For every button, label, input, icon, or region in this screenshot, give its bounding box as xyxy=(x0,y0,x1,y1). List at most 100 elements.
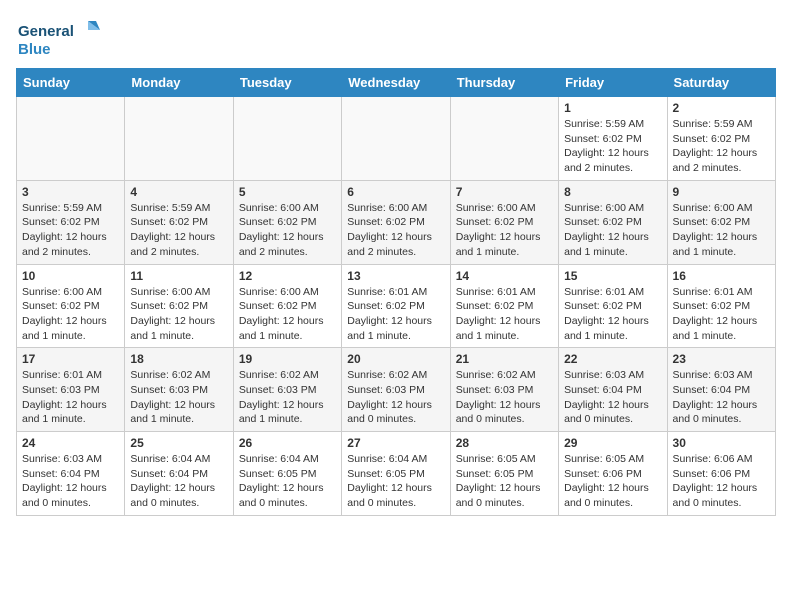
weekday-header-row: SundayMondayTuesdayWednesdayThursdayFrid… xyxy=(17,69,776,97)
week-row-4: 17 Sunrise: 6:01 AM Sunset: 6:03 PM Dayli… xyxy=(17,348,776,432)
day-number: 28 xyxy=(456,436,553,450)
day-number: 2 xyxy=(673,101,770,115)
weekday-header-wednesday: Wednesday xyxy=(342,69,450,97)
calendar-cell: 13 Sunrise: 6:01 AM Sunset: 6:02 PM Dayli… xyxy=(342,264,450,348)
day-info: Sunrise: 6:00 AM Sunset: 6:02 PM Dayligh… xyxy=(22,285,119,344)
calendar-cell xyxy=(233,97,341,181)
calendar-cell: 15 Sunrise: 6:01 AM Sunset: 6:02 PM Dayli… xyxy=(559,264,667,348)
weekday-header-saturday: Saturday xyxy=(667,69,775,97)
day-number: 21 xyxy=(456,352,553,366)
calendar-cell: 30 Sunrise: 6:06 AM Sunset: 6:06 PM Dayli… xyxy=(667,432,775,516)
day-info: Sunrise: 5:59 AM Sunset: 6:02 PM Dayligh… xyxy=(130,201,227,260)
logo: General Blue xyxy=(16,16,106,60)
day-info: Sunrise: 6:03 AM Sunset: 6:04 PM Dayligh… xyxy=(673,368,770,427)
day-info: Sunrise: 6:00 AM Sunset: 6:02 PM Dayligh… xyxy=(673,201,770,260)
day-info: Sunrise: 6:03 AM Sunset: 6:04 PM Dayligh… xyxy=(564,368,661,427)
day-info: Sunrise: 6:00 AM Sunset: 6:02 PM Dayligh… xyxy=(239,201,336,260)
day-number: 11 xyxy=(130,269,227,283)
week-row-5: 24 Sunrise: 6:03 AM Sunset: 6:04 PM Dayli… xyxy=(17,432,776,516)
day-number: 22 xyxy=(564,352,661,366)
calendar-cell: 4 Sunrise: 5:59 AM Sunset: 6:02 PM Daylig… xyxy=(125,180,233,264)
weekday-header-thursday: Thursday xyxy=(450,69,558,97)
calendar-cell: 11 Sunrise: 6:00 AM Sunset: 6:02 PM Dayli… xyxy=(125,264,233,348)
day-info: Sunrise: 6:02 AM Sunset: 6:03 PM Dayligh… xyxy=(347,368,444,427)
day-number: 17 xyxy=(22,352,119,366)
svg-text:General: General xyxy=(18,23,74,40)
day-number: 13 xyxy=(347,269,444,283)
day-number: 5 xyxy=(239,185,336,199)
calendar-cell: 16Sunrise: 6:01 AM Sunset: 6:02 PM Dayli… xyxy=(667,264,775,348)
calendar-cell: 19Sunrise: 6:02 AM Sunset: 6:03 PM Dayli… xyxy=(233,348,341,432)
day-number: 10 xyxy=(22,269,119,283)
day-info: Sunrise: 6:05 AM Sunset: 6:05 PM Dayligh… xyxy=(456,452,553,511)
day-info: Sunrise: 6:04 AM Sunset: 6:05 PM Dayligh… xyxy=(239,452,336,511)
day-info: Sunrise: 6:00 AM Sunset: 6:02 PM Dayligh… xyxy=(130,285,227,344)
calendar-cell: 8Sunrise: 6:00 AM Sunset: 6:02 PM Daylig… xyxy=(559,180,667,264)
calendar-cell: 27Sunrise: 6:04 AM Sunset: 6:05 PM Dayli… xyxy=(342,432,450,516)
day-info: Sunrise: 6:01 AM Sunset: 6:02 PM Dayligh… xyxy=(347,285,444,344)
calendar-cell: 28 Sunrise: 6:05 AM Sunset: 6:05 PM Dayli… xyxy=(450,432,558,516)
calendar-cell: 3Sunrise: 5:59 AM Sunset: 6:02 PM Daylig… xyxy=(17,180,125,264)
calendar-cell: 17 Sunrise: 6:01 AM Sunset: 6:03 PM Dayli… xyxy=(17,348,125,432)
calendar-cell: 5 Sunrise: 6:00 AM Sunset: 6:02 PM Daylig… xyxy=(233,180,341,264)
calendar-cell: 14 Sunrise: 6:01 AM Sunset: 6:02 PM Dayli… xyxy=(450,264,558,348)
calendar-cell: 20 Sunrise: 6:02 AM Sunset: 6:03 PM Dayli… xyxy=(342,348,450,432)
svg-text:Blue: Blue xyxy=(18,41,51,58)
day-number: 7 xyxy=(456,185,553,199)
day-number: 30 xyxy=(673,436,770,450)
calendar-cell: 7 Sunrise: 6:00 AM Sunset: 6:02 PM Daylig… xyxy=(450,180,558,264)
calendar-cell: 21 Sunrise: 6:02 AM Sunset: 6:03 PM Dayli… xyxy=(450,348,558,432)
day-info: Sunrise: 5:59 AM Sunset: 6:02 PM Dayligh… xyxy=(564,117,661,176)
calendar-cell: 22 Sunrise: 6:03 AM Sunset: 6:04 PM Dayli… xyxy=(559,348,667,432)
day-number: 1 xyxy=(564,101,661,115)
calendar-cell: 29 Sunrise: 6:05 AM Sunset: 6:06 PM Dayli… xyxy=(559,432,667,516)
day-number: 25 xyxy=(130,436,227,450)
week-row-2: 3 Sunrise: 5:59 AM Sunset: 6:02 PM Daylig… xyxy=(17,180,776,264)
calendar-cell: 12Sunrise: 6:00 AM Sunset: 6:02 PM Dayli… xyxy=(233,264,341,348)
day-number: 4 xyxy=(130,185,227,199)
day-number: 24 xyxy=(22,436,119,450)
day-number: 27 xyxy=(347,436,444,450)
calendar-cell xyxy=(17,97,125,181)
day-info: Sunrise: 6:01 AM Sunset: 6:03 PM Dayligh… xyxy=(22,368,119,427)
day-info: Sunrise: 6:02 AM Sunset: 6:03 PM Dayligh… xyxy=(456,368,553,427)
weekday-header-sunday: Sunday xyxy=(17,69,125,97)
calendar-cell: 23Sunrise: 6:03 AM Sunset: 6:04 PM Dayli… xyxy=(667,348,775,432)
calendar-cell: 6 Sunrise: 6:00 AM Sunset: 6:02 PM Daylig… xyxy=(342,180,450,264)
day-number: 3 xyxy=(22,185,119,199)
day-number: 6 xyxy=(347,185,444,199)
day-number: 8 xyxy=(564,185,661,199)
header: General Blue xyxy=(16,16,776,60)
day-number: 9 xyxy=(673,185,770,199)
calendar-cell xyxy=(125,97,233,181)
day-info: Sunrise: 6:02 AM Sunset: 6:03 PM Dayligh… xyxy=(130,368,227,427)
day-info: Sunrise: 6:00 AM Sunset: 6:02 PM Dayligh… xyxy=(347,201,444,260)
calendar: SundayMondayTuesdayWednesdayThursdayFrid… xyxy=(16,68,776,516)
calendar-cell xyxy=(450,97,558,181)
day-number: 19 xyxy=(239,352,336,366)
weekday-header-tuesday: Tuesday xyxy=(233,69,341,97)
day-number: 15 xyxy=(564,269,661,283)
day-number: 29 xyxy=(564,436,661,450)
day-number: 20 xyxy=(347,352,444,366)
day-number: 14 xyxy=(456,269,553,283)
day-info: Sunrise: 6:01 AM Sunset: 6:02 PM Dayligh… xyxy=(673,285,770,344)
day-info: Sunrise: 6:05 AM Sunset: 6:06 PM Dayligh… xyxy=(564,452,661,511)
day-info: Sunrise: 6:01 AM Sunset: 6:02 PM Dayligh… xyxy=(456,285,553,344)
day-info: Sunrise: 6:03 AM Sunset: 6:04 PM Dayligh… xyxy=(22,452,119,511)
day-info: Sunrise: 6:00 AM Sunset: 6:02 PM Dayligh… xyxy=(456,201,553,260)
day-number: 26 xyxy=(239,436,336,450)
day-info: Sunrise: 6:01 AM Sunset: 6:02 PM Dayligh… xyxy=(564,285,661,344)
calendar-cell: 2 Sunrise: 5:59 AM Sunset: 6:02 PM Daylig… xyxy=(667,97,775,181)
calendar-cell: 10 Sunrise: 6:00 AM Sunset: 6:02 PM Dayli… xyxy=(17,264,125,348)
day-info: Sunrise: 6:04 AM Sunset: 6:04 PM Dayligh… xyxy=(130,452,227,511)
calendar-cell: 26 Sunrise: 6:04 AM Sunset: 6:05 PM Dayli… xyxy=(233,432,341,516)
calendar-cell: 25 Sunrise: 6:04 AM Sunset: 6:04 PM Dayli… xyxy=(125,432,233,516)
day-info: Sunrise: 5:59 AM Sunset: 6:02 PM Dayligh… xyxy=(673,117,770,176)
calendar-cell: 24 Sunrise: 6:03 AM Sunset: 6:04 PM Dayli… xyxy=(17,432,125,516)
logo-svg: General Blue xyxy=(16,16,106,60)
day-info: Sunrise: 6:06 AM Sunset: 6:06 PM Dayligh… xyxy=(673,452,770,511)
calendar-cell: 9 Sunrise: 6:00 AM Sunset: 6:02 PM Daylig… xyxy=(667,180,775,264)
day-number: 18 xyxy=(130,352,227,366)
calendar-cell: 18 Sunrise: 6:02 AM Sunset: 6:03 PM Dayli… xyxy=(125,348,233,432)
